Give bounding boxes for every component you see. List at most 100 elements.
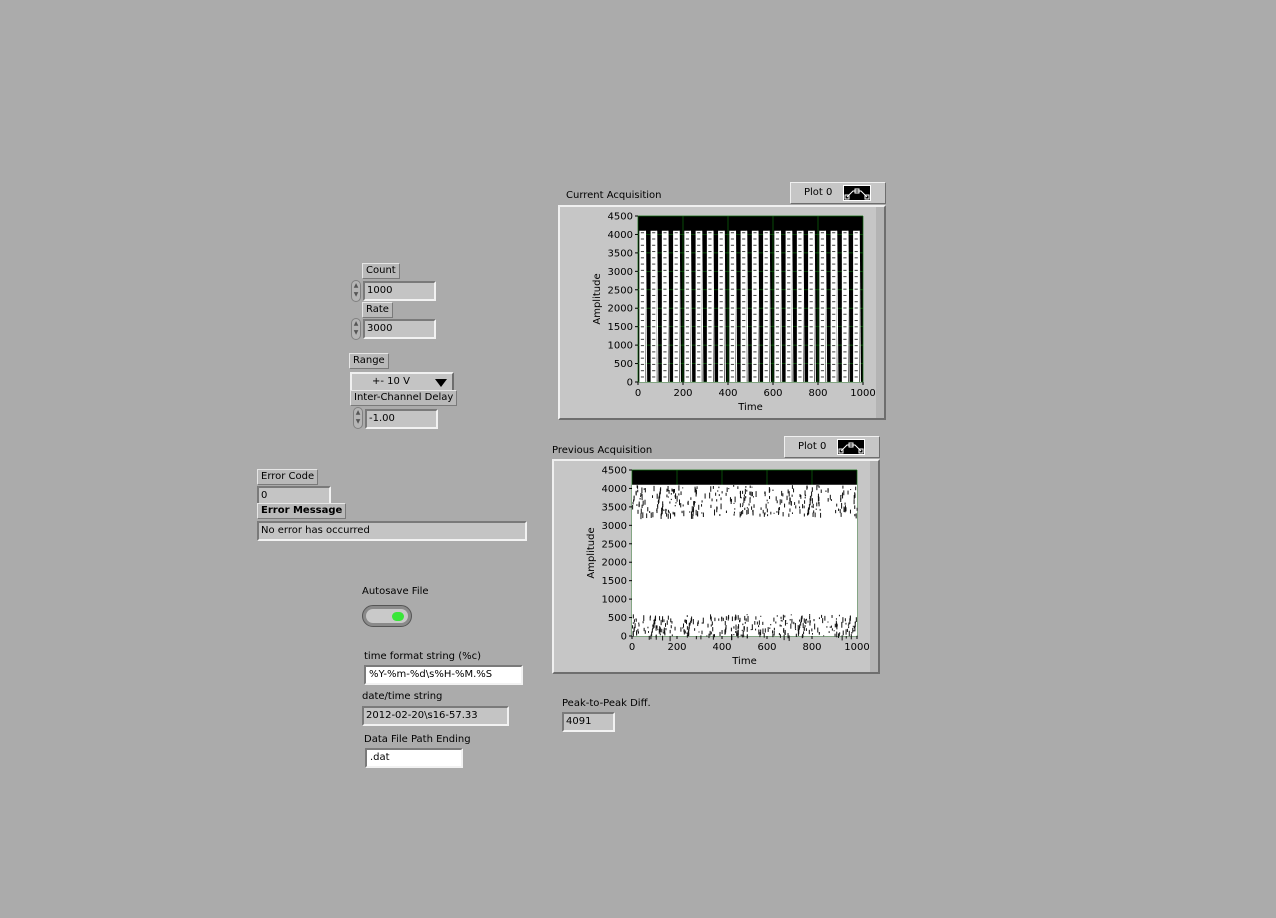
data-pulse xyxy=(661,230,669,382)
data-point xyxy=(685,370,690,372)
y-tick-label: 4000 xyxy=(608,230,633,241)
data-point xyxy=(820,326,825,328)
data-point xyxy=(692,514,694,519)
data-point xyxy=(822,618,824,624)
data-point xyxy=(674,357,678,359)
data-point xyxy=(742,363,746,365)
data-point xyxy=(742,282,746,284)
data-point xyxy=(827,498,829,502)
data-point xyxy=(798,301,802,303)
data-point xyxy=(780,619,782,622)
data-point xyxy=(652,338,656,340)
data-point xyxy=(841,635,843,641)
data-point xyxy=(753,294,757,296)
data-point xyxy=(708,345,712,347)
data-point xyxy=(772,634,774,638)
data-point xyxy=(832,376,836,378)
data-point xyxy=(789,508,791,512)
data-point xyxy=(854,513,856,517)
data-point xyxy=(775,269,780,271)
data-point xyxy=(660,619,662,626)
data-point xyxy=(775,251,780,253)
chart2-plot-legend[interactable]: Plot 0 xyxy=(784,436,880,458)
data-point xyxy=(724,620,726,626)
data-point xyxy=(667,615,669,620)
data-point xyxy=(655,615,657,621)
data-point xyxy=(767,627,769,632)
chart1-plot-legend[interactable]: Plot 0 xyxy=(790,182,886,204)
data-point xyxy=(667,485,669,492)
data-point xyxy=(721,491,723,494)
data-point xyxy=(762,509,764,514)
data-point xyxy=(719,307,723,309)
data-point xyxy=(798,257,802,259)
data-point xyxy=(667,496,669,498)
data-point xyxy=(751,506,753,510)
data-point xyxy=(759,631,761,638)
data-point xyxy=(793,488,795,493)
scroll-strip xyxy=(870,461,878,672)
peak-to-peak-label: Peak-to-Peak Diff. xyxy=(562,698,651,709)
data-point xyxy=(693,501,695,506)
data-point xyxy=(697,332,701,334)
data-point xyxy=(708,288,712,290)
data-point xyxy=(773,627,775,631)
data-point xyxy=(809,282,813,284)
data-point xyxy=(652,326,656,328)
data-point xyxy=(832,351,836,353)
plot-style-icon[interactable] xyxy=(837,439,865,455)
data-point xyxy=(818,617,820,620)
inter-channel-delay-input[interactable]: -1.00 xyxy=(365,409,438,429)
data-point xyxy=(787,357,791,359)
time-format-input[interactable]: %Y-%m-%d\s%H-%M.%S xyxy=(364,665,523,685)
data-point xyxy=(730,345,735,347)
data-point xyxy=(682,504,684,507)
data-point xyxy=(644,499,646,505)
data-point xyxy=(686,626,688,630)
data-point xyxy=(753,251,757,253)
chart2-frame[interactable]: 0 500 1000 1500 2000 2500 3000 3500 4000 4500 0 200… xyxy=(552,459,880,674)
data-point xyxy=(685,257,690,259)
data-point xyxy=(644,630,646,634)
data-point xyxy=(674,332,678,334)
chart1-frame[interactable]: 0 500 1000 1500 2000 2500 3000 3500 4000 4500 0 200… xyxy=(558,205,886,420)
data-point xyxy=(786,495,788,501)
rate-spinner[interactable]: ▲ ▼ xyxy=(351,318,361,340)
file-path-ending-input[interactable]: .dat xyxy=(365,748,463,768)
data-point xyxy=(762,621,764,625)
data-point xyxy=(775,338,780,340)
range-select[interactable]: +- 10 V xyxy=(350,372,454,392)
data-point xyxy=(731,498,733,502)
data-point xyxy=(854,307,858,309)
rate-input[interactable]: 3000 xyxy=(363,319,436,339)
data-point xyxy=(832,276,836,278)
data-point xyxy=(843,313,847,315)
data-point xyxy=(640,232,645,234)
data-point xyxy=(638,624,640,627)
data-point xyxy=(807,620,809,623)
data-point xyxy=(640,363,645,365)
plot-style-icon[interactable] xyxy=(843,185,871,201)
data-point xyxy=(803,513,805,517)
x-tick-label: 200 xyxy=(673,388,692,399)
range-label: Range xyxy=(349,353,389,369)
count-input[interactable]: 1000 xyxy=(363,281,436,301)
data-point xyxy=(635,618,637,620)
data-point xyxy=(701,504,703,507)
data-point xyxy=(809,238,813,240)
data-point xyxy=(691,616,693,622)
dropdown-arrow-icon[interactable] xyxy=(435,379,447,387)
autosave-toggle[interactable] xyxy=(362,605,412,627)
inter-channel-delay-spinner[interactable]: ▲ ▼ xyxy=(353,407,363,429)
data-point xyxy=(753,351,757,353)
data-point xyxy=(632,504,634,510)
data-point xyxy=(663,326,667,328)
data-point xyxy=(798,320,802,322)
data-point xyxy=(787,294,791,296)
data-point xyxy=(674,294,678,296)
count-spinner[interactable]: ▲ ▼ xyxy=(351,280,361,302)
x-tick-label: 1000 xyxy=(850,388,875,399)
data-point xyxy=(751,624,753,631)
data-point xyxy=(776,511,778,513)
data-point xyxy=(680,503,682,508)
